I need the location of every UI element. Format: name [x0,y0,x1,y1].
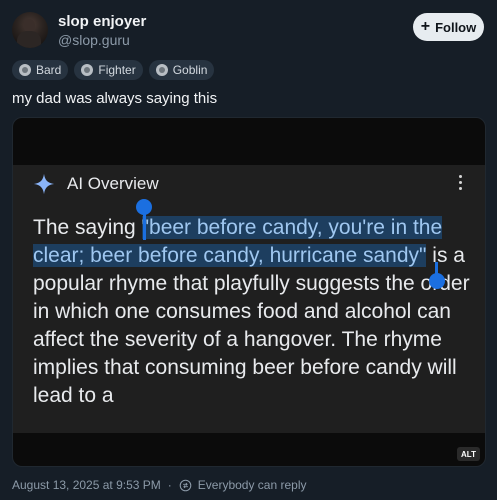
author-display-name[interactable]: slop enjoyer [58,13,146,30]
follow-button[interactable]: + Follow [413,13,484,41]
profile-tags: Bard Fighter Goblin [12,60,215,80]
text-after: is a popular rhyme that playfully sugges… [33,244,470,407]
plus-icon: + [420,18,431,35]
ai-overview-screenshot: AI Overview The saying "beer before cand… [13,165,485,433]
tag-goblin[interactable]: Goblin [148,60,215,80]
reply-setting-label: Everybody can reply [197,478,307,492]
badge-icon [81,64,94,76]
tag-label: Bard [36,63,62,77]
follow-label: Follow [435,19,477,35]
footer-separator: · [167,478,172,492]
text-before: The saying [33,216,142,239]
reply-settings-icon [179,479,192,491]
post-timestamp[interactable]: August 13, 2025 at 9:53 PM [12,478,161,492]
post-text: my dad was always saying this [12,90,218,107]
post-footer: August 13, 2025 at 9:53 PM · Everybody c… [12,478,307,492]
author-handle[interactable]: @slop.guru [58,32,130,48]
badge-icon [155,64,168,76]
selection-end-handle [429,273,445,289]
tag-label: Goblin [172,63,208,77]
ai-overview-text: The saying "beer before candy, you're in… [33,214,473,410]
ai-overview-header: AI Overview [33,173,159,195]
ai-overview-title: AI Overview [67,174,159,193]
tag-fighter[interactable]: Fighter [74,60,143,80]
sparkle-icon [33,173,55,195]
avatar-body [17,31,41,48]
selection-start-handle [136,199,152,215]
author-avatar[interactable] [12,12,48,48]
more-options-icon [459,175,463,193]
post-image[interactable]: AI Overview The saying "beer before cand… [12,117,486,467]
tag-label: Fighter [98,63,136,77]
badge-icon [19,64,31,76]
alt-badge[interactable]: ALT [457,447,480,461]
tag-bard[interactable]: Bard [12,60,69,80]
